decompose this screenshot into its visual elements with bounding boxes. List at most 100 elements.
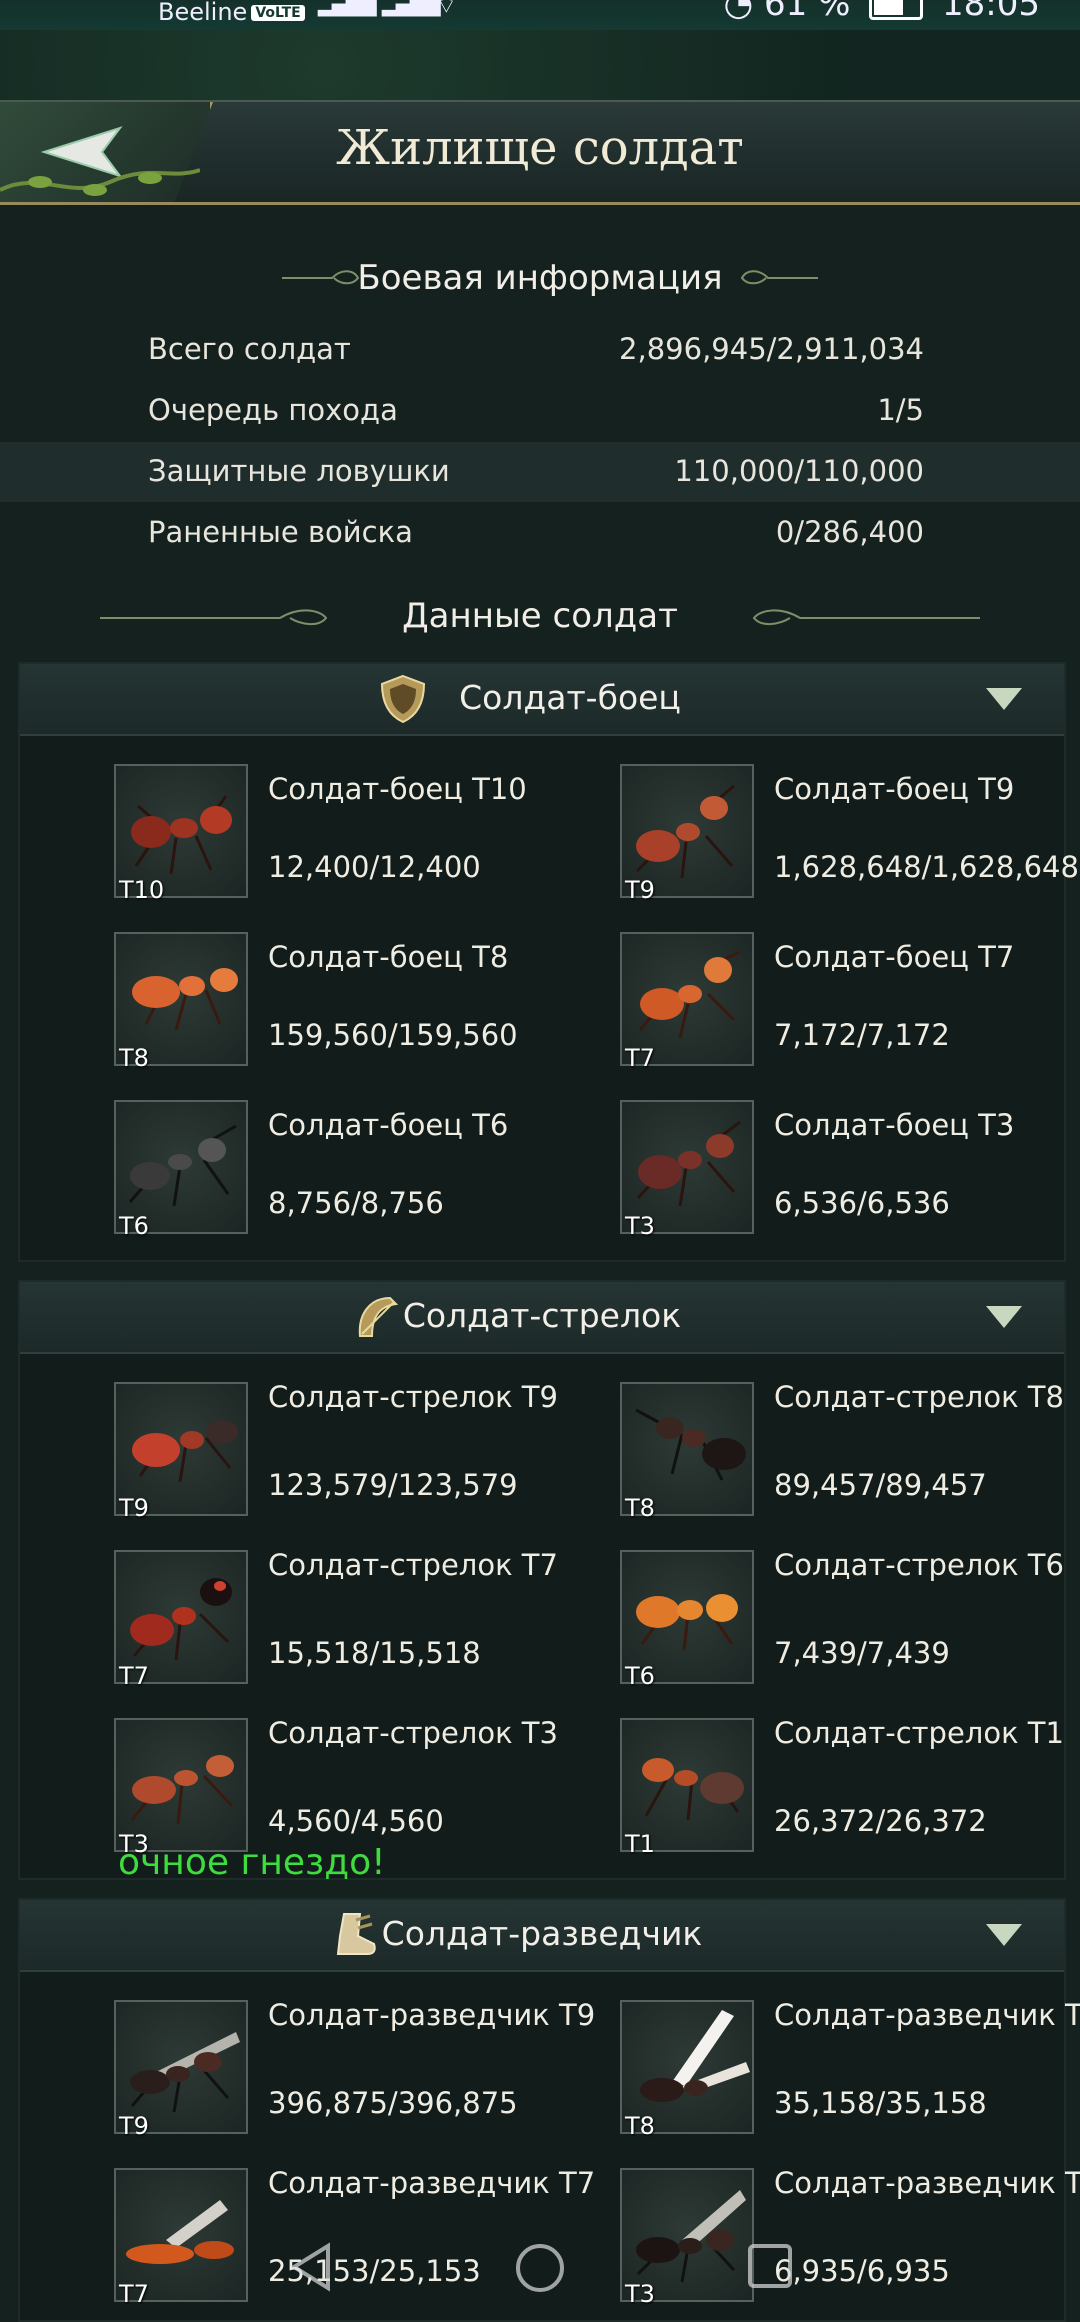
- info-row-wounded: Раненные войска 0/286,400: [0, 503, 1080, 563]
- unit-name: Солдат-разведчик T8: [774, 1998, 1080, 2032]
- volte-badge: VoLTE: [251, 5, 305, 21]
- unit-card[interactable]: T8 Солдат-стрелок T8 89,457/89,457: [620, 1382, 1080, 1522]
- unit-name: Солдат-стрелок T1: [774, 1716, 1064, 1750]
- chevron-down-icon[interactable]: [986, 688, 1022, 710]
- battle-info-title: Боевая информация: [357, 258, 723, 298]
- tier-label: T8: [625, 1494, 655, 1522]
- unit-card[interactable]: T9 Солдат-боец T9 1,628,648/1,628,648: [620, 764, 1080, 904]
- info-value: 0/286,400: [775, 515, 924, 549]
- unit-card[interactable]: T7 Солдат-боец T7 7,172/7,172: [620, 932, 1080, 1072]
- unit-card[interactable]: T10 Солдат-боец T10 12,400/12,400: [114, 764, 614, 904]
- nav-recents-icon[interactable]: [746, 2242, 794, 2290]
- unit-count: 8,756/8,756: [268, 1186, 444, 1220]
- unit-card[interactable]: T3 Солдат-боец T3 6,536/6,536: [620, 1100, 1080, 1240]
- unit-name: Солдат-стрелок T3: [268, 1716, 558, 1750]
- group-header-scout[interactable]: Солдат-разведчик: [20, 1900, 1064, 1972]
- tier-label: T6: [625, 1662, 655, 1690]
- unit-count: 159,560/159,560: [268, 1018, 518, 1052]
- unit-name: Солдат-стрелок T7: [268, 1548, 558, 1582]
- signal-icon: ▂▄▆█: [318, 0, 377, 17]
- tier-label: T8: [119, 1044, 149, 1072]
- unit-card[interactable]: T9 Солдат-разведчик T9 396,875/396,875: [114, 2000, 614, 2140]
- unit-count: 6,536/6,536: [774, 1186, 950, 1220]
- unit-name: Солдат-боец T8: [268, 940, 509, 974]
- wifi-icon: ⌔: [436, 0, 457, 19]
- chevron-down-icon[interactable]: [986, 1306, 1022, 1328]
- info-value: 1/5: [877, 393, 924, 427]
- unit-name: Солдат-стрелок T8: [774, 1380, 1064, 1414]
- info-row-total: Всего солдат 2,896,945/2,911,034: [0, 320, 1080, 380]
- tier-label: T9: [119, 1494, 149, 1522]
- unit-count: 26,372/26,372: [774, 1804, 987, 1838]
- unit-card[interactable]: T6 Солдат-боец T6 8,756/8,756: [114, 1100, 614, 1240]
- decorative-band: [0, 30, 1080, 104]
- tier-label: T1: [625, 1830, 655, 1858]
- battery-percent: 61 %: [764, 0, 851, 24]
- unit-card[interactable]: T1 Солдат-стрелок T1 26,372/26,372: [620, 1718, 1080, 1858]
- chevron-down-icon[interactable]: [986, 1924, 1022, 1946]
- toast-message: очное гнездо!: [118, 1842, 386, 1883]
- unit-card[interactable]: T9 Солдат-стрелок T9 123,579/123,579: [114, 1382, 614, 1522]
- unit-count: 7,439/7,439: [774, 1636, 950, 1670]
- unit-count: 1,628,648/1,628,648: [774, 850, 1079, 884]
- group-header-warrior[interactable]: Солдат-боец: [20, 664, 1064, 736]
- group-archer: Солдат-стрелок T9 Солдат-стрелок T9 123,…: [18, 1280, 1066, 1880]
- unit-card[interactable]: T6 Солдат-стрелок T6 7,439/7,439: [620, 1550, 1080, 1690]
- unit-count: 12,400/12,400: [268, 850, 481, 884]
- unit-count: 35,158/35,158: [774, 2086, 987, 2120]
- group-warrior: Солдат-боец T10 Солдат-боец T10 12,400/1…: [18, 662, 1079, 1262]
- info-value: 2,896,945/2,911,034: [619, 332, 924, 366]
- unit-count: 123,579/123,579: [268, 1468, 518, 1502]
- unit-name: Солдат-стрелок T6: [774, 1548, 1064, 1582]
- group-title: Солдат-боец: [459, 678, 681, 717]
- info-row-march-queue: Очередь похода 1/5: [0, 381, 1080, 441]
- unit-name: Солдат-стрелок T9: [268, 1380, 558, 1414]
- info-label: Всего солдат: [148, 332, 351, 366]
- unit-count: 15,518/15,518: [268, 1636, 481, 1670]
- tier-label: T9: [119, 2112, 149, 2140]
- tier-label: T3: [625, 1212, 655, 1240]
- unit-count: 7,172/7,172: [774, 1018, 950, 1052]
- tier-label: T6: [119, 1212, 149, 1240]
- status-bar: Beeline VoLTE ▂▄▆█ ▂▄▆█ ⌔ ◔ 61 % 18:05: [0, 0, 1080, 30]
- carrier-label: Beeline VoLTE: [158, 0, 305, 26]
- unit-count: 89,457/89,457: [774, 1468, 987, 1502]
- unit-name: Солдат-разведчик T3: [774, 2166, 1080, 2200]
- unit-name: Солдат-разведчик T9: [268, 1998, 596, 2032]
- nav-home-icon[interactable]: [514, 2242, 566, 2294]
- unit-name: Солдат-боец T9: [774, 772, 1015, 806]
- unit-card[interactable]: T7 Солдат-стрелок T7 15,518/15,518: [114, 1550, 614, 1690]
- unit-name: Солдат-боец T6: [268, 1108, 509, 1142]
- tier-label: T10: [119, 876, 165, 904]
- unit-name: Солдат-боец T3: [774, 1108, 1015, 1142]
- unit-name: Солдат-боец T10: [268, 772, 527, 806]
- unit-count: 396,875/396,875: [268, 2086, 518, 2120]
- system-nav-bar: [0, 2230, 1080, 2310]
- info-row-traps: Защитные ловушки 110,000/110,000: [0, 442, 1080, 502]
- vine-decoration: [0, 168, 200, 196]
- tier-label: T8: [625, 2112, 655, 2140]
- group-header-archer[interactable]: Солдат-стрелок: [20, 1282, 1064, 1354]
- info-value: 110,000/110,000: [674, 454, 924, 488]
- tier-label: T9: [625, 876, 655, 904]
- info-label: Очередь похода: [148, 393, 398, 427]
- group-title: Солдат-разведчик: [381, 1914, 703, 1953]
- unit-card[interactable]: T8 Солдат-боец T8 159,560/159,560: [114, 932, 614, 1072]
- tier-label: T7: [625, 1044, 655, 1072]
- tier-label: T7: [119, 1662, 149, 1690]
- signal-icon-2: ▂▄▆█: [382, 0, 441, 17]
- alarm-icon: ◔: [723, 0, 754, 24]
- info-label: Защитные ловушки: [148, 454, 450, 488]
- status-right: ◔ 61 % 18:05: [724, 0, 1040, 24]
- group-title: Солдат-стрелок: [402, 1296, 682, 1335]
- ornament-right-icon: [752, 609, 980, 625]
- unit-card[interactable]: T3 Солдат-стрелок T3 4,560/4,560: [114, 1718, 614, 1858]
- nav-back-icon[interactable]: [288, 2242, 336, 2292]
- unit-name: Солдат-боец T7: [774, 940, 1015, 974]
- clock: 18:05: [942, 0, 1040, 24]
- info-label: Раненные войска: [148, 515, 413, 549]
- unit-count: 4,560/4,560: [268, 1804, 444, 1838]
- unit-card[interactable]: T8 Солдат-разведчик T8 35,158/35,158: [620, 2000, 1080, 2140]
- ornament-right-icon: [740, 270, 818, 285]
- battery-icon: [869, 0, 924, 20]
